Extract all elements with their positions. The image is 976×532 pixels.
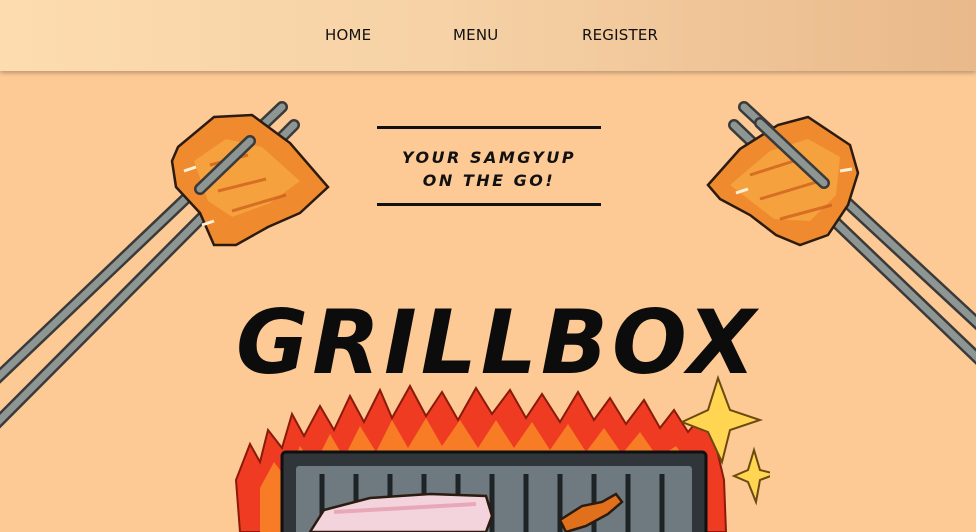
top-navbar: HOME MENU REGISTER [0,0,976,71]
tagline-box: YOUR SAMGYUP ON THE GO! [377,126,601,206]
nav-register-link[interactable]: REGISTER [582,26,658,44]
brand-title: GRILLBOX [236,291,760,394]
tagline-line-2: ON THE GO! [422,171,556,190]
sparkle-small [731,446,770,506]
nav-menu-link[interactable]: MENU [453,26,498,44]
tagline-line-1: YOUR SAMGYUP [401,148,577,167]
meat-slice-right [706,115,860,247]
nav-home-link[interactable]: HOME [325,26,371,44]
